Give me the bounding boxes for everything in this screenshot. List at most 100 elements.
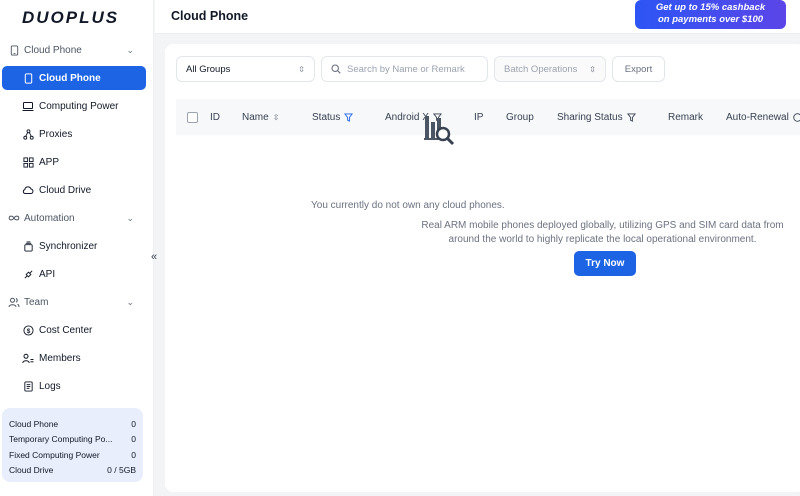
plug-icon bbox=[22, 268, 34, 280]
quota-value: 0 / 5GB bbox=[107, 465, 136, 476]
quota-row: Cloud Phone 0 bbox=[9, 416, 136, 432]
quota-row: Fixed Computing Power 0 bbox=[9, 447, 136, 463]
users-icon bbox=[8, 296, 20, 308]
cloud-icon bbox=[22, 184, 34, 196]
quota-value: 0 bbox=[131, 418, 136, 429]
sidebar-item-label: Computing Power bbox=[39, 100, 119, 112]
column-id: ID bbox=[210, 112, 220, 123]
phone-icon bbox=[22, 72, 34, 84]
chevron-down-icon: ⌄ bbox=[126, 296, 134, 307]
updown-arrow-icon: ⇳ bbox=[589, 64, 596, 74]
grid-icon bbox=[22, 156, 34, 168]
column-label: Status bbox=[312, 111, 341, 123]
sort-icon[interactable]: ⇳ bbox=[273, 113, 280, 122]
laptop-icon bbox=[22, 100, 34, 112]
group-select[interactable]: All Groups ⇳ bbox=[176, 56, 315, 82]
cashback-promo-banner[interactable]: Get up to 15% cashback on payments over … bbox=[635, 0, 786, 29]
section-label: Automation bbox=[24, 212, 75, 224]
column-label: Remark bbox=[668, 111, 704, 123]
resource-quota-panel: Cloud Phone 0 Temporary Computing Po... … bbox=[2, 408, 143, 482]
top-header: Cloud Phone Get up to 15% cashback on pa… bbox=[155, 0, 800, 34]
search-icon bbox=[331, 64, 341, 74]
svg-text:$: $ bbox=[26, 327, 30, 334]
sidebar-item-synchronizer[interactable]: Synchronizer bbox=[2, 234, 146, 258]
toolbar: All Groups ⇳ Search by Name or Remark Ba… bbox=[176, 56, 665, 82]
chevron-down-icon: ⌄ bbox=[126, 212, 134, 223]
info-icon[interactable] bbox=[793, 112, 800, 122]
empty-state-title: You currently do not own any cloud phone… bbox=[311, 200, 505, 211]
column-label: Sharing Status bbox=[557, 111, 623, 123]
column-label: Auto-Renewal bbox=[726, 111, 789, 123]
filter-icon[interactable] bbox=[626, 112, 636, 122]
quota-value: 0 bbox=[131, 449, 136, 460]
select-all-checkbox[interactable] bbox=[187, 111, 198, 123]
infinity-icon bbox=[8, 212, 20, 224]
sidebar-item-cloud-drive[interactable]: Cloud Drive bbox=[2, 178, 146, 202]
sidebar-item-app[interactable]: APP bbox=[2, 150, 146, 174]
sidebar-item-api[interactable]: API bbox=[2, 262, 146, 286]
column-sharing-status[interactable]: Sharing Status bbox=[557, 112, 636, 123]
sidebar-item-label: Members bbox=[39, 352, 81, 364]
sidebar-item-cost-center[interactable]: $ Cost Center bbox=[2, 318, 146, 342]
column-remark: Remark bbox=[668, 112, 703, 123]
sidebar-item-label: APP bbox=[39, 156, 60, 168]
sidebar-item-logs[interactable]: Logs bbox=[2, 374, 146, 398]
document-icon bbox=[22, 380, 34, 392]
quota-row: Cloud Drive 0 / 5GB bbox=[9, 463, 136, 479]
promo-line-2: on payments over $100 bbox=[657, 14, 764, 25]
page-title: Cloud Phone bbox=[171, 9, 249, 23]
phone-outline-icon bbox=[8, 44, 20, 56]
sidebar-item-label: API bbox=[39, 268, 56, 280]
quota-row: Temporary Computing Po... 0 bbox=[9, 432, 136, 448]
main-panel: All Groups ⇳ Search by Name or Remark Ba… bbox=[165, 44, 800, 492]
logo[interactable]: DUOPLUS bbox=[22, 8, 119, 28]
dollar-circle-icon: $ bbox=[22, 324, 34, 336]
section-team[interactable]: Team ⌄ bbox=[0, 290, 154, 314]
sidebar-item-label: Proxies bbox=[39, 128, 73, 140]
table-header: ID Name ⇳ Status Android X IP Group Shari… bbox=[176, 99, 800, 135]
column-auto-renewal: Auto-Renewal bbox=[726, 112, 800, 123]
quota-label: Fixed Computing Power bbox=[9, 449, 100, 460]
collapse-sidebar-icon[interactable]: « bbox=[147, 250, 161, 264]
layers-icon bbox=[22, 240, 34, 252]
search-placeholder: Search by Name or Remark bbox=[347, 63, 465, 75]
try-now-button[interactable]: Try Now bbox=[574, 251, 636, 276]
column-status[interactable]: Status bbox=[312, 111, 354, 123]
sidebar-item-label: Cloud Drive bbox=[39, 184, 92, 196]
filter-icon[interactable] bbox=[344, 112, 354, 122]
sidebar-item-cloud-phone[interactable]: Cloud Phone bbox=[2, 66, 146, 90]
column-label: ID bbox=[210, 111, 220, 123]
sidebar-item-computing-power[interactable]: Computing Power bbox=[2, 94, 146, 118]
export-button[interactable]: Export bbox=[612, 56, 665, 82]
sidebar-item-label: Cost Center bbox=[39, 324, 93, 336]
section-label: Team bbox=[24, 296, 49, 308]
section-label: Cloud Phone bbox=[24, 44, 82, 56]
sidebar-item-members[interactable]: Members bbox=[2, 346, 146, 370]
column-label: Name bbox=[242, 111, 269, 123]
column-group: Group bbox=[506, 112, 534, 123]
section-cloud-phone[interactable]: Cloud Phone ⌄ bbox=[0, 38, 154, 62]
quota-value: 0 bbox=[131, 434, 136, 445]
column-name[interactable]: Name ⇳ bbox=[242, 112, 279, 123]
network-icon bbox=[22, 128, 34, 140]
sidebar-item-label: Cloud Phone bbox=[39, 72, 101, 84]
sidebar-item-label: Synchronizer bbox=[39, 240, 98, 252]
chevron-down-icon: ⌄ bbox=[126, 44, 134, 55]
sidebar: DUOPLUS Cloud Phone ⌄ Cloud Phone Comput… bbox=[0, 0, 154, 496]
checkbox[interactable] bbox=[187, 111, 198, 123]
promo-line-1: Get up to 15% cashback bbox=[655, 2, 766, 13]
quota-label: Cloud Phone bbox=[9, 418, 59, 429]
empty-state-description: Real ARM mobile phones deployed globally… bbox=[421, 220, 784, 245]
search-input[interactable]: Search by Name or Remark bbox=[321, 56, 488, 82]
user-list-icon bbox=[22, 352, 34, 364]
batch-operations-select[interactable]: Batch Operations ⇳ bbox=[494, 56, 606, 82]
sidebar-nav: Cloud Phone ⌄ Cloud Phone Computing Powe… bbox=[0, 38, 154, 402]
quota-label: Temporary Computing Po... bbox=[9, 434, 113, 445]
column-ip: IP bbox=[474, 112, 483, 123]
sidebar-item-proxies[interactable]: Proxies bbox=[2, 122, 146, 146]
empty-search-icon bbox=[422, 113, 456, 147]
updown-arrow-icon: ⇳ bbox=[298, 64, 305, 74]
batch-operations-label: Batch Operations bbox=[504, 63, 578, 75]
column-label: Group bbox=[506, 111, 534, 123]
sidebar-item-label: Logs bbox=[39, 380, 61, 392]
